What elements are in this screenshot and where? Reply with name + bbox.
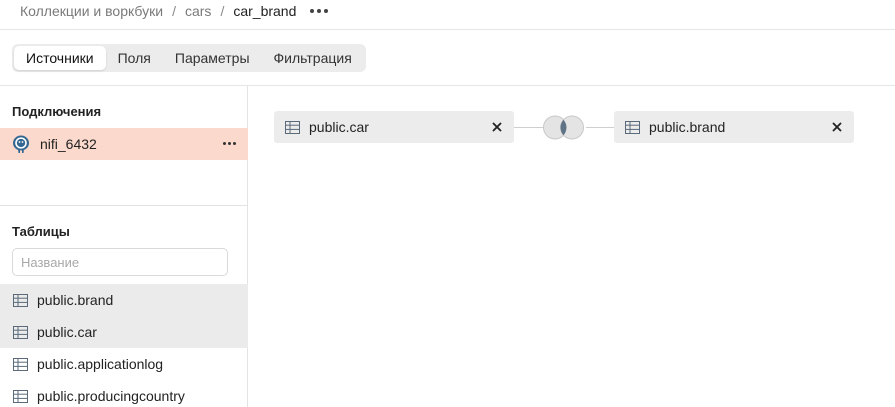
connection-item[interactable]: nifi_6432 xyxy=(0,128,248,160)
table-icon xyxy=(285,120,300,134)
breadcrumb-separator: / xyxy=(220,3,225,19)
source-node-left[interactable]: public.car xyxy=(274,111,514,143)
table-item-public-producingcountry[interactable]: public.producingcountry xyxy=(0,380,248,407)
dataset-tabs: Источники Поля Параметры Фильтрация xyxy=(12,44,366,72)
inner-join-icon[interactable] xyxy=(542,115,586,140)
table-icon xyxy=(625,120,640,134)
connections-title: Подключения xyxy=(12,104,102,119)
join-connector-line xyxy=(514,127,544,128)
table-item-public-car[interactable]: public.car xyxy=(0,316,248,348)
header-divider xyxy=(0,29,895,30)
source-node-label: public.car xyxy=(309,119,369,135)
connection-menu-icon[interactable] xyxy=(223,142,236,145)
postgresql-icon xyxy=(13,135,29,153)
join-connector-line xyxy=(586,127,614,128)
table-item-label: public.car xyxy=(37,324,97,340)
table-item-public-brand[interactable]: public.brand xyxy=(0,284,248,316)
sources-sidebar: Подключения nifi_6432 Таблицы Название p… xyxy=(0,86,248,407)
table-icon xyxy=(13,293,28,307)
tab-parameters[interactable]: Параметры xyxy=(163,46,262,70)
connection-label: nifi_6432 xyxy=(40,136,97,152)
source-node-label: public.brand xyxy=(649,119,726,135)
breadcrumb-separator: / xyxy=(172,3,176,19)
table-search-input[interactable] xyxy=(12,248,228,276)
more-actions-icon[interactable] xyxy=(310,9,329,13)
tables-title: Таблицы xyxy=(12,224,70,239)
table-item-public-applicationlog[interactable]: public.applicationlog xyxy=(0,348,248,380)
source-node-right[interactable]: public.brand xyxy=(614,111,854,143)
tab-sources[interactable]: Источники xyxy=(14,46,106,70)
breadcrumb-current: car_brand xyxy=(233,3,297,19)
table-item-label: public.brand xyxy=(37,292,114,308)
breadcrumb-collections[interactable]: Коллекции и воркбуки xyxy=(20,3,163,19)
table-item-label: public.producingcountry xyxy=(37,388,185,404)
breadcrumb: Коллекции и воркбуки / cars / car_brand xyxy=(20,0,329,22)
breadcrumb-workbook[interactable]: cars xyxy=(185,3,211,19)
table-icon xyxy=(13,357,28,371)
close-icon[interactable] xyxy=(489,119,505,135)
app-root: Коллекции и воркбуки / cars / car_brand … xyxy=(0,0,895,407)
table-icon xyxy=(13,325,28,339)
table-item-label: public.applicationlog xyxy=(37,356,164,372)
table-icon xyxy=(13,389,28,403)
tab-fields[interactable]: Поля xyxy=(106,46,163,70)
close-icon[interactable] xyxy=(829,119,845,135)
sidebar-divider xyxy=(0,205,248,206)
tab-filtering[interactable]: Фильтрация xyxy=(262,46,364,70)
